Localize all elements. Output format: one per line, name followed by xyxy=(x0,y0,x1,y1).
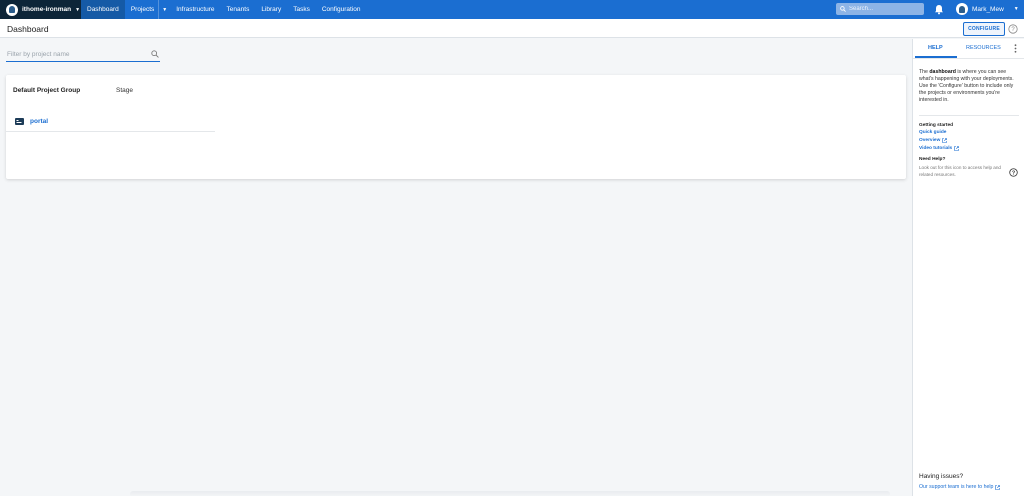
stage-column-header: Stage xyxy=(116,87,133,94)
active-tab-indicator xyxy=(915,56,957,58)
need-help-heading: Need Help? xyxy=(919,157,946,162)
bell-icon[interactable] xyxy=(934,4,944,15)
space-switcher[interactable]: ithome-ironman ▼ xyxy=(0,0,81,19)
project-icon xyxy=(15,117,24,125)
help-tabs: HELP RESOURCES xyxy=(913,39,1024,59)
user-avatar-icon xyxy=(956,3,968,15)
help-circle-icon[interactable]: ? xyxy=(1008,24,1018,34)
external-link-icon xyxy=(954,146,960,151)
quick-guide-link[interactable]: Quick guide xyxy=(919,130,946,135)
user-name: Mark_Mew xyxy=(972,5,1004,13)
chevron-down-icon: ▼ xyxy=(1013,6,1019,12)
project-group-name: Default Project Group xyxy=(13,87,81,94)
table-row[interactable]: portal xyxy=(6,111,215,132)
svg-text:?: ? xyxy=(1011,27,1015,33)
nav-tasks[interactable]: Tasks xyxy=(287,0,316,19)
page-title: Dashboard xyxy=(7,24,49,34)
having-issues-heading: Having issues? xyxy=(919,473,964,480)
search-icon xyxy=(151,50,159,58)
external-link-icon xyxy=(942,138,948,143)
nav-configuration[interactable]: Configuration xyxy=(316,0,367,19)
nav-library[interactable]: Library xyxy=(255,0,287,19)
svg-text:?: ? xyxy=(1012,170,1015,176)
external-link-icon xyxy=(995,484,1001,490)
top-navigation: ithome-ironman ▼ Dashboard Projects ▼ In… xyxy=(0,0,1024,19)
space-name: ithome-ironman xyxy=(22,6,72,13)
main-content: Default Project Group Stage portal xyxy=(0,39,912,496)
project-group-card: Default Project Group Stage portal xyxy=(6,75,906,179)
need-help-text: Look out for this icon to access help an… xyxy=(919,165,1001,177)
nav-infrastructure[interactable]: Infrastructure xyxy=(170,0,220,19)
space-avatar-icon xyxy=(6,3,18,16)
support-link[interactable]: Our support team is here to help xyxy=(919,484,1001,490)
video-tutorials-link[interactable]: Video tutorials xyxy=(919,146,960,151)
configure-button[interactable]: CONFIGURE xyxy=(963,22,1005,36)
user-menu[interactable]: Mark_Mew ▼ xyxy=(956,3,1019,15)
project-filter[interactable] xyxy=(6,48,160,62)
page-header: Dashboard xyxy=(0,19,1024,38)
tab-help[interactable]: HELP xyxy=(928,45,943,51)
help-panel: HELP RESOURCES The dashboard is where yo… xyxy=(912,39,1024,496)
projects-dropdown-icon[interactable]: ▼ xyxy=(158,0,170,19)
tab-resources[interactable]: RESOURCES xyxy=(966,45,1001,51)
help-intro-text: The dashboard is where you can see what'… xyxy=(919,69,1014,103)
project-link-portal[interactable]: portal xyxy=(30,118,48,125)
search-icon xyxy=(840,6,846,12)
divider xyxy=(919,115,1019,116)
help-circle-icon: ? xyxy=(1009,168,1018,177)
global-search-input[interactable] xyxy=(849,6,919,12)
getting-started-heading: Getting started xyxy=(919,123,954,128)
global-search[interactable] xyxy=(836,3,924,15)
nav-tenants[interactable]: Tenants xyxy=(221,0,256,19)
project-filter-input[interactable] xyxy=(6,51,144,58)
overview-link[interactable]: Overview xyxy=(919,138,948,143)
nav-dashboard[interactable]: Dashboard xyxy=(81,0,125,19)
scroll-shadow xyxy=(130,491,890,496)
chevron-down-icon: ▼ xyxy=(75,6,81,13)
more-options-icon[interactable] xyxy=(1014,44,1017,53)
nav-projects[interactable]: Projects xyxy=(125,0,158,19)
